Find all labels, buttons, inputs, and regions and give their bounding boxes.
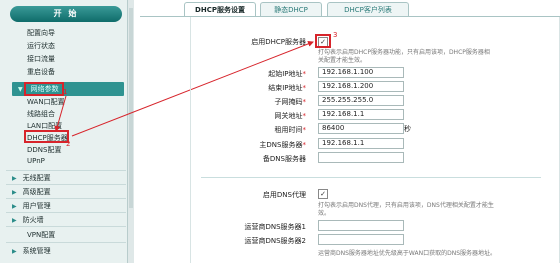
tab-dhcp-settings[interactable]: DHCP服务设置 — [184, 2, 256, 17]
sidebar-section-vpn[interactable]: VPN配置 — [27, 230, 55, 240]
enable-dns-proxy-label: 启用DNS代理 — [262, 191, 306, 199]
highlight-box-enable-dhcp — [315, 34, 331, 48]
primary-dns-label: 主DNS服务器* — [259, 141, 306, 149]
tab-dhcp-clients[interactable]: DHCP客户列表 — [327, 2, 409, 17]
sidebar-item-ddns[interactable]: DDNS配置 — [27, 145, 61, 155]
tab-static-dhcp[interactable]: 静态DHCP — [260, 2, 322, 17]
sidebar-item-traffic[interactable]: 接口流量 — [27, 54, 55, 64]
divider — [6, 226, 126, 227]
enable-dhcp-label: 启用DHCP服务器 — [251, 38, 306, 46]
sidebar-section-users[interactable]: ▶ 用户管理 — [12, 201, 51, 211]
isp-dns2-label: 运营商DNS服务器2 — [244, 237, 306, 245]
subnet-mask-input[interactable]: 255.255.255.0 — [318, 95, 404, 106]
expand-triangle-icon: ▶ — [12, 248, 17, 255]
expand-triangle-icon: ▶ — [12, 175, 17, 182]
backup-dns-label: 备DNS服务器 — [262, 155, 306, 163]
sidebar-item-upnp[interactable]: UPnP — [27, 157, 45, 165]
sidebar-section-system[interactable]: ▶ 系统管理 — [12, 246, 51, 256]
lease-unit: 秒 — [404, 125, 411, 133]
sidebar-item-wan[interactable]: WAN口配置 — [27, 97, 65, 107]
annotation-number-1: 1 — [63, 88, 68, 96]
start-ip-input[interactable]: 192.168.1.100 — [318, 67, 404, 78]
isp-dns2-input[interactable] — [318, 234, 404, 245]
lease-time-label: 租用时间* — [274, 126, 307, 134]
divider — [6, 170, 126, 171]
sidebar-item-reboot[interactable]: 重启设备 — [27, 67, 55, 77]
divider — [6, 242, 126, 243]
expand-triangle-icon: ▶ — [12, 203, 17, 210]
sidebar-item-status[interactable]: 运行状态 — [27, 41, 55, 51]
section-separator — [201, 177, 541, 178]
divider — [6, 198, 126, 199]
enable-dns-proxy-hint: 打勾表示启用DNS代理，只有启用该项，DNS代理相关配置才能生效。 — [318, 202, 494, 217]
isp-dns1-label: 运营商DNS服务器1 — [244, 223, 306, 231]
enable-dhcp-hint: 打勾表示启用DHCP服务器功能，只有启用该项，DHCP服务器相关配置才能生效。 — [318, 49, 490, 64]
divider — [6, 212, 126, 213]
start-button[interactable]: 开 始 — [10, 6, 122, 22]
dhcp-settings-panel: 启用DHCP服务器 ✓ 3 打勾表示启用DHCP服务器功能，只有启用该项，DHC… — [190, 17, 560, 263]
expand-triangle-icon: ▼ — [18, 86, 23, 93]
expand-triangle-icon: ▶ — [12, 217, 17, 224]
sidebar-item-wizard[interactable]: 配置向导 — [27, 28, 55, 38]
expand-triangle-icon: ▶ — [12, 189, 17, 196]
annotation-number-3: 3 — [333, 31, 338, 39]
main-content: DHCP服务设置 静态DHCP DHCP客户列表 启用DHCP服务器 ✓ 3 打… — [140, 0, 560, 263]
isp-dns1-input[interactable] — [318, 220, 404, 231]
backup-dns-input[interactable] — [318, 152, 404, 163]
annotation-number-2: 2 — [66, 140, 71, 148]
sidebar-scrollbar[interactable] — [127, 0, 134, 263]
lease-time-input[interactable]: 86400 — [318, 123, 404, 134]
sidebar-nav: 开 始 配置向导 运行状态 接口流量 重启设备 ▼ 网络参数 WAN口配置 线路组… — [0, 0, 134, 263]
highlight-box-dhcp — [24, 130, 69, 143]
gateway-label: 网关地址* — [274, 112, 307, 120]
highlight-box-network — [24, 82, 64, 96]
gateway-input[interactable]: 192.168.1.1 — [318, 109, 404, 120]
sidebar-section-firewall[interactable]: ▶ 防火墙 — [12, 215, 44, 225]
start-ip-label: 起始IP地址* — [268, 70, 306, 78]
isp-dns-hint: 运营商DNS服务器地址优先级高于WAN口获取的DNS服务器地址。 — [318, 250, 497, 257]
primary-dns-input[interactable]: 192.168.1.1 — [318, 138, 404, 149]
end-ip-label: 结束IP地址* — [268, 84, 306, 92]
sidebar-item-line-combo[interactable]: 线路组合 — [27, 109, 55, 119]
end-ip-input[interactable]: 192.168.1.200 — [318, 81, 404, 92]
subnet-mask-label: 子网掩码* — [274, 98, 307, 106]
enable-dns-proxy-checkbox[interactable]: ✓ — [318, 189, 328, 199]
sidebar-section-wireless[interactable]: ▶ 无线配置 — [12, 173, 51, 183]
sidebar-section-advanced[interactable]: ▶ 高级配置 — [12, 187, 51, 197]
scrollbar-thumb[interactable] — [129, 8, 133, 208]
divider — [6, 184, 126, 185]
